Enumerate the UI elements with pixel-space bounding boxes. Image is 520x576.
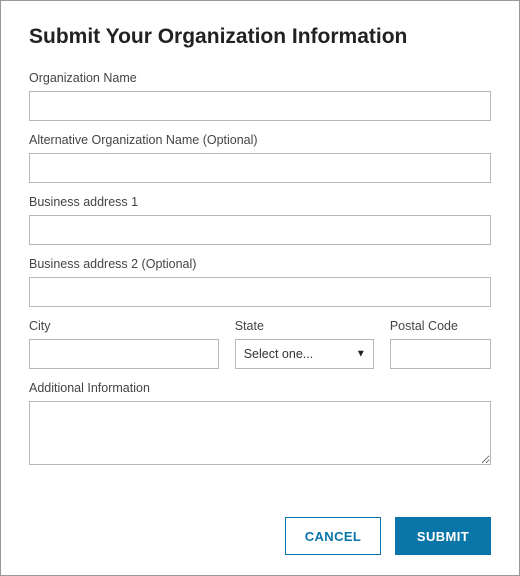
label-addr2: Business address 2 (Optional)	[29, 257, 491, 271]
label-alt-org-name: Alternative Organization Name (Optional)	[29, 133, 491, 147]
field-org-name: Organization Name	[29, 71, 491, 121]
input-addr2[interactable]	[29, 277, 491, 307]
field-additional-info: Additional Information	[29, 381, 491, 470]
field-state: State Select one... ▼	[235, 319, 374, 369]
field-city: City	[29, 319, 219, 369]
input-org-name[interactable]	[29, 91, 491, 121]
submit-button[interactable]: SUBMIT	[395, 517, 491, 555]
org-info-form: Submit Your Organization Information Org…	[0, 0, 520, 576]
label-city: City	[29, 319, 219, 333]
textarea-additional-info[interactable]	[29, 401, 491, 465]
select-state[interactable]: Select one... ▼	[235, 339, 374, 369]
field-postal: Postal Code	[390, 319, 491, 369]
input-postal[interactable]	[390, 339, 491, 369]
select-state-value: Select one...	[235, 339, 374, 369]
field-alt-org-name: Alternative Organization Name (Optional)	[29, 133, 491, 183]
input-addr1[interactable]	[29, 215, 491, 245]
label-additional-info: Additional Information	[29, 381, 491, 395]
label-state: State	[235, 319, 374, 333]
cancel-button[interactable]: CANCEL	[285, 517, 381, 555]
label-addr1: Business address 1	[29, 195, 491, 209]
input-city[interactable]	[29, 339, 219, 369]
field-addr2: Business address 2 (Optional)	[29, 257, 491, 307]
input-alt-org-name[interactable]	[29, 153, 491, 183]
form-title: Submit Your Organization Information	[29, 25, 491, 49]
label-postal: Postal Code	[390, 319, 491, 333]
form-footer: CANCEL SUBMIT	[285, 517, 491, 555]
label-org-name: Organization Name	[29, 71, 491, 85]
field-addr1: Business address 1	[29, 195, 491, 245]
row-city-state-postal: City State Select one... ▼ Postal Code	[29, 319, 491, 369]
